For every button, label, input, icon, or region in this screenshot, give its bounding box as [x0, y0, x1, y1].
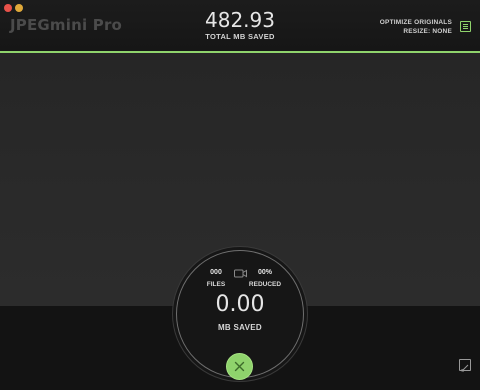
menu-icon[interactable] [460, 21, 471, 32]
files-label: FILES [206, 281, 226, 288]
resize-grip-icon[interactable] [459, 359, 471, 372]
reduced-label: REDUCED [248, 281, 282, 288]
optimization-options[interactable]: OPTIMIZE ORIGINALS RESIZE: NONE [380, 18, 452, 36]
camera-icon [234, 269, 247, 278]
resize-arrow-icon [461, 364, 469, 372]
mb-saved-label: MB SAVED [217, 323, 263, 332]
cancel-button[interactable] [226, 353, 253, 380]
optimize-originals-option[interactable]: OPTIMIZE ORIGINALS [380, 18, 452, 27]
reduced-percent: 00% [257, 269, 272, 276]
files-count: 000 [210, 269, 222, 276]
mb-saved-value: 0.00 [215, 292, 265, 317]
resize-option[interactable]: RESIZE: NONE [380, 27, 452, 36]
close-icon [234, 361, 245, 372]
